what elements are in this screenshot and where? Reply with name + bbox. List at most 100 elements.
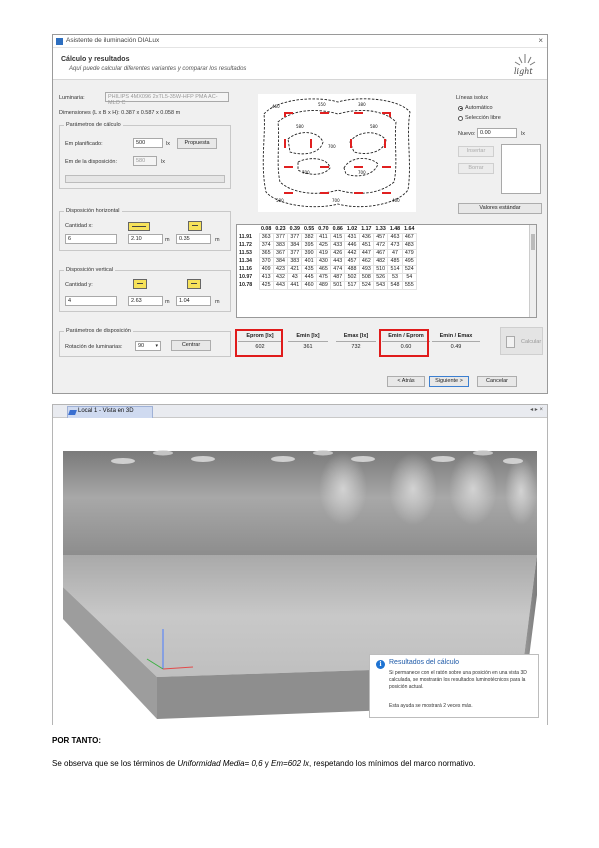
para-text: , respetando los mínimos del marco norma… — [309, 759, 476, 768]
table-row: 11.16 409 423 421 435 465 474 488 493 510 514 524 — [237, 264, 417, 274]
spacing-y-unit: m — [165, 299, 170, 305]
row-header: 11.16 — [239, 266, 252, 272]
table-cell: 47 — [387, 248, 403, 258]
luminaire-spacing-y-icon — [133, 279, 147, 289]
em-planned-label: Em planificado: — [65, 141, 103, 147]
wizard-header: Cálculo y resultados Aquí puede calcular… — [53, 48, 547, 80]
table-cell: 411 — [315, 232, 332, 242]
column-header: 0.70 — [318, 225, 329, 232]
em-layout-field: 580 — [133, 156, 157, 166]
isolines-title: Líneas isolux — [456, 95, 489, 101]
count-y-label: Cantidad y: — [65, 282, 93, 288]
delete-button[interactable]: Borrar — [458, 163, 494, 174]
column-header: 0.08 — [261, 225, 272, 232]
stat-header-emin: Emin [lx] — [288, 333, 328, 342]
table-cell: 401 — [301, 256, 317, 266]
table-cell: 487 — [330, 272, 346, 282]
em-planned-input[interactable]: 500 — [133, 138, 163, 148]
spacing-x-unit: m — [165, 237, 170, 243]
table-cell: 442 — [344, 248, 360, 258]
table-cell: 435 — [301, 264, 317, 274]
spacing-x-input[interactable]: 2.10 — [128, 234, 163, 244]
step-title: Cálculo y resultados — [61, 56, 130, 63]
luminaire-spacing-x-icon — [128, 222, 150, 231]
propuesta-button[interactable]: Propuesta — [177, 138, 217, 149]
calculate-button[interactable]: Calcular — [500, 327, 543, 355]
table-cell: 443 — [272, 280, 289, 290]
stat-value-emin-emax: 0.49 — [450, 344, 462, 350]
table-row: 11.34 370 384 383 401 430 443 457 462 482 485 495 — [237, 256, 417, 266]
em-layout-unit: lx — [161, 159, 165, 165]
horizontal-layout-title: Disposición horizontal — [64, 208, 122, 214]
radio-off-icon — [458, 115, 463, 121]
scroll-thumb[interactable] — [531, 234, 535, 250]
table-cell: 431 — [344, 232, 360, 242]
table-scrollbar[interactable] — [529, 225, 536, 317]
offset-x-unit: m — [215, 237, 220, 243]
back-button[interactable]: < Atrás — [387, 376, 425, 387]
table-cell: 383 — [272, 240, 289, 250]
cancel-button[interactable]: Cancelar — [477, 376, 517, 387]
tab-controls[interactable]: ◂ ▸ × — [530, 406, 543, 413]
isolux-label: 460 — [272, 104, 280, 109]
calc-params-title: Parámetros de cálculo — [64, 122, 123, 128]
isolux-label: 700 — [302, 170, 310, 175]
tooltip-body: Si permanece con el ratón sobre una posi… — [389, 670, 527, 690]
row-header: 11.34 — [239, 258, 252, 264]
table-cell: 53 — [387, 272, 403, 282]
count-y-input[interactable]: 4 — [65, 296, 117, 306]
rotation-select[interactable]: 90 ▾ — [135, 341, 161, 351]
default-values-button[interactable]: Valores estándar — [458, 203, 542, 214]
table-row: 10.78 425 443 441 460 489 501 517 524 543 548 555 — [237, 280, 417, 290]
table-cell: 526 — [372, 272, 389, 282]
radio-auto[interactable]: Automático — [458, 105, 493, 111]
table-cell: 423 — [272, 264, 289, 274]
table-cell: 390 — [301, 248, 317, 258]
table-cell: 447 — [358, 248, 375, 258]
table-cell: 495 — [401, 256, 417, 266]
table-cell: 446 — [344, 240, 360, 250]
table-cell: 383 — [287, 256, 303, 266]
spacing-y-input[interactable]: 2.63 — [128, 296, 163, 306]
table-cell: 363 — [258, 232, 274, 242]
table-cell: 462 — [358, 256, 375, 266]
isolux-plan[interactable]: 460 550 380 580 700 700 700 580 580 700 … — [258, 94, 416, 212]
table-cell: 501 — [330, 280, 346, 290]
table-cell: 374 — [258, 240, 274, 250]
table-cell: 384 — [287, 240, 303, 250]
column-header: 1.48 — [389, 225, 401, 232]
luminaire-field[interactable]: PHILIPS 4MX096 2xTL5-35W-HFP PMA AC-MLO … — [105, 92, 229, 106]
insert-button[interactable]: Insertar — [458, 146, 494, 157]
table-row: 10.97 413 432 43 445 475 487 502 508 526 53 54 — [237, 272, 417, 282]
table-row: 11.53 365 367 377 390 419 426 442 447 467 47 479 — [237, 248, 417, 258]
table-cell: 555 — [401, 280, 417, 290]
next-button[interactable]: Siguiente > — [429, 376, 469, 387]
table-cell: 43 — [287, 272, 303, 282]
table-cell: 543 — [372, 280, 389, 290]
stat-value-emin: 361 — [303, 344, 313, 350]
luminaire-offset-y-icon — [187, 279, 201, 289]
table-cell: 409 — [258, 264, 274, 274]
table-cell: 384 — [272, 256, 289, 266]
column-header: 1.33 — [375, 225, 386, 232]
close-icon[interactable]: × — [538, 36, 543, 45]
table-cell: 485 — [387, 256, 403, 266]
nuevo-input[interactable]: 0.00 — [477, 128, 517, 138]
center-button[interactable]: Centrar — [171, 340, 211, 351]
isoline-values-list[interactable] — [501, 144, 541, 194]
tab-local1-3d[interactable]: Local 1 - Vista en 3D — [67, 406, 153, 418]
offset-y-input[interactable]: 1.04 — [176, 296, 211, 306]
table-cell: 382 — [301, 232, 317, 242]
title-bar[interactable]: Asistente de iluminación DIALux × — [53, 35, 547, 48]
table-cell: 425 — [315, 240, 332, 250]
offset-x-input[interactable]: 0.35 — [176, 234, 211, 244]
table-cell: 365 — [258, 248, 274, 258]
table-cell: 433 — [330, 240, 346, 250]
count-x-input[interactable]: 6 — [65, 234, 117, 244]
radio-free-selection[interactable]: Selección libre — [458, 115, 501, 121]
illuminance-table[interactable]: 0.08 0.23 0.39 0.55 0.70 0.86 1.02 1.17 … — [236, 224, 537, 318]
table-cell: 377 — [287, 232, 303, 242]
isolux-label: 700 — [358, 170, 366, 175]
table-cell: 432 — [272, 272, 289, 282]
table-cell: 493 — [358, 264, 375, 274]
